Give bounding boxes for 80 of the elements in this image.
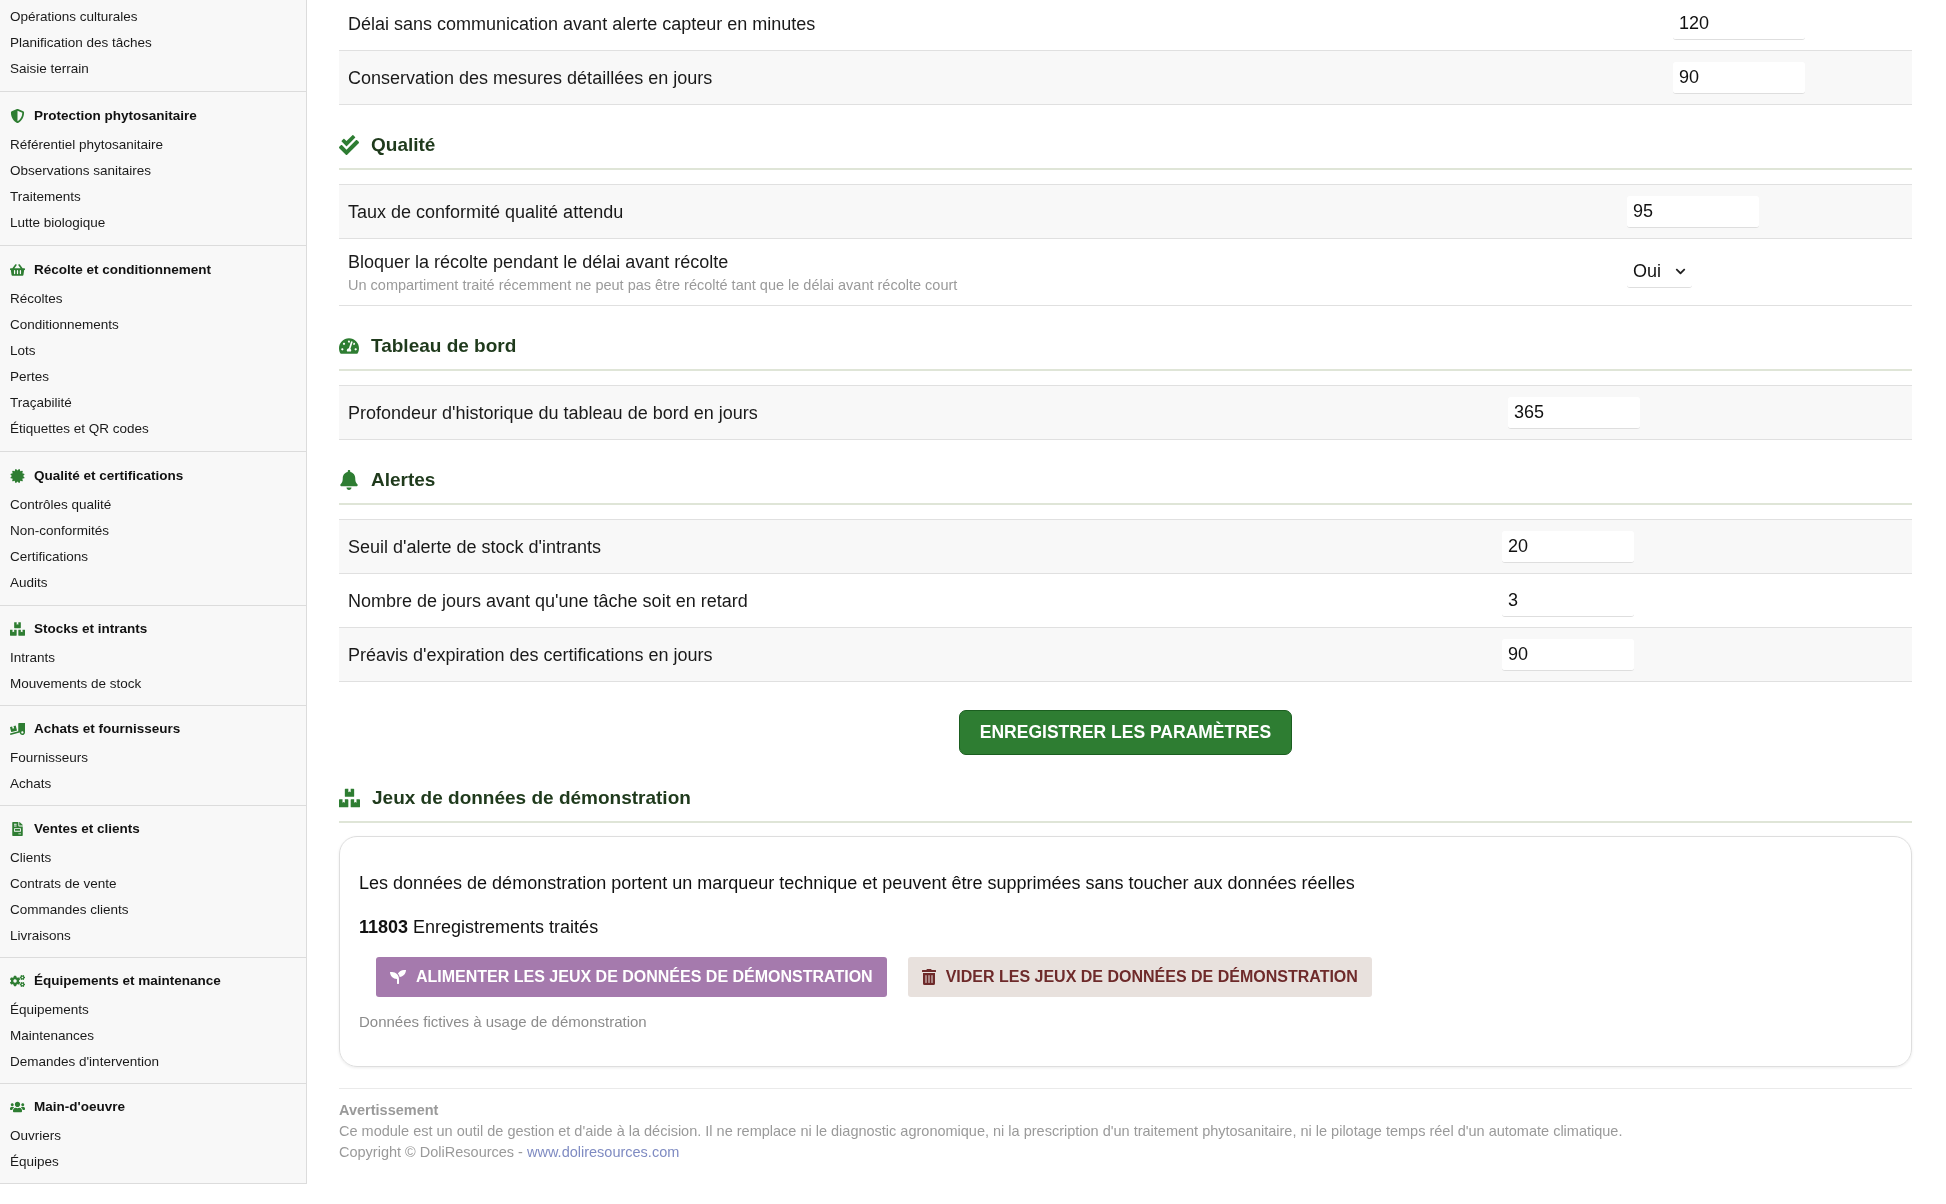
section-title: Qualité bbox=[371, 133, 436, 157]
menu-item[interactable]: Contrats de vente bbox=[10, 873, 117, 895]
document-icon bbox=[10, 822, 25, 836]
menu-section-title[interactable]: Protection phytosanitaire bbox=[34, 105, 197, 127]
demo-description: Les données de démonstration portent un marqueur technique et peuvent être supprimées sans toucher aux données réelles bbox=[359, 872, 1356, 895]
menu-item[interactable]: Certifications bbox=[10, 546, 89, 568]
demo-note: Données fictives à usage de démonstration bbox=[359, 1012, 648, 1032]
setting-label: Profondeur d'historique du tableau de bord en jours bbox=[348, 401, 759, 425]
menu-item[interactable]: Référentiel phytosanitaire bbox=[10, 134, 164, 156]
trash-icon bbox=[921, 969, 936, 985]
warning-title: Avertissement bbox=[339, 1101, 440, 1120]
setting-label: Nombre de jours avant qu'une tâche soit en retard bbox=[348, 589, 749, 613]
section-title: Tableau de bord bbox=[371, 334, 517, 358]
menu-section-title[interactable]: Main-d'oeuvre bbox=[34, 1096, 125, 1118]
setting-label: Seuil d'alerte de stock d'intrants bbox=[348, 535, 602, 559]
shield-icon bbox=[10, 109, 25, 123]
disclaimer-text: Ce module est un outil de gestion et d'aide à la décision. Il ne remplace ni le diagnostic agronomique, ni la prescription d'un traitement phytosanitaire, ni le pilotage temps réel d'un automate climatique. bbox=[339, 1122, 1624, 1141]
setting-label: Conservation des mesures détaillées en jours bbox=[348, 66, 714, 90]
menu-item[interactable]: Opérations culturales bbox=[10, 6, 138, 28]
menu-item[interactable]: Non-conformités bbox=[10, 520, 110, 542]
chevron-down-icon bbox=[1675, 266, 1686, 277]
double-check-icon bbox=[339, 135, 359, 155]
number-input[interactable]: 90 bbox=[1502, 638, 1634, 671]
menu-item[interactable]: Lutte biologique bbox=[10, 212, 106, 234]
record-count: 11803 Enregistrements traités bbox=[359, 916, 600, 939]
number-input[interactable]: 95 bbox=[1627, 195, 1759, 228]
menu-section-title[interactable]: Stocks et intrants bbox=[34, 618, 148, 640]
bell-icon bbox=[339, 470, 359, 490]
menu-item[interactable]: Achats bbox=[10, 773, 52, 795]
menu-item[interactable]: Mouvements de stock bbox=[10, 673, 142, 695]
menu-item[interactable]: Livraisons bbox=[10, 925, 71, 947]
menu-section-title[interactable]: Ventes et clients bbox=[34, 818, 140, 840]
gauge-icon bbox=[339, 336, 359, 356]
menu-section-title[interactable]: Achats et fournisseurs bbox=[34, 718, 181, 740]
menu-item[interactable]: Intrants bbox=[10, 647, 56, 669]
menu-item[interactable]: Lots bbox=[10, 340, 36, 362]
boxes-icon bbox=[10, 622, 25, 636]
menu-item[interactable]: Traçabilité bbox=[10, 392, 72, 414]
dolly-icon bbox=[10, 722, 25, 736]
copyright-text: Copyright © DoliResources - www.doliresources.com bbox=[339, 1143, 681, 1162]
clear-demo-button[interactable]: VIDER LES JEUX DE DONNÉES DE DÉMONSTRATION bbox=[907, 957, 1372, 997]
fill-demo-button[interactable]: ALIMENTER LES JEUX DE DONNÉES DE DÉMONSTRATION bbox=[376, 957, 887, 997]
boxes-icon bbox=[339, 788, 360, 808]
menu-item[interactable]: Traitements bbox=[10, 186, 81, 208]
menu-item[interactable]: Maintenances bbox=[10, 1025, 95, 1047]
badge-icon bbox=[10, 469, 25, 483]
save-button[interactable]: ENREGISTRER LES PARAMÈTRES bbox=[958, 710, 1293, 755]
section-title: Jeux de données de démonstration bbox=[372, 786, 691, 810]
menu-item[interactable]: Planification des tâches bbox=[10, 32, 152, 54]
menu-section-title[interactable]: Qualité et certifications bbox=[34, 465, 184, 487]
menu-item[interactable]: Équipes bbox=[10, 1151, 59, 1173]
users-icon bbox=[10, 1100, 25, 1114]
menu-item[interactable]: Audits bbox=[10, 572, 48, 594]
menu-item[interactable]: Observations sanitaires bbox=[10, 160, 152, 182]
number-input[interactable]: 90 bbox=[1673, 61, 1805, 94]
menu-item[interactable]: Ouvriers bbox=[10, 1125, 61, 1147]
menu-item[interactable]: Fournisseurs bbox=[10, 747, 89, 769]
menu-item[interactable]: Étiquettes et QR codes bbox=[10, 418, 149, 440]
menu-item[interactable]: Demandes d'intervention bbox=[10, 1051, 159, 1073]
menu-item[interactable]: Commandes clients bbox=[10, 899, 129, 921]
setting-label: Bloquer la récolte pendant le délai avant récolte bbox=[348, 250, 730, 274]
menu-section-title[interactable]: Équipements et maintenance bbox=[34, 970, 221, 992]
menu-item[interactable]: Conditionnements bbox=[10, 314, 119, 336]
gears-icon bbox=[10, 974, 25, 988]
seedling-icon bbox=[390, 969, 406, 985]
menu-section-title[interactable]: Récolte et conditionnement bbox=[34, 259, 212, 281]
setting-description: Un compartiment traité récemment ne peut pas être récolté tant que le délai avant récolte court bbox=[348, 275, 959, 295]
basket-icon bbox=[10, 263, 25, 277]
number-input[interactable]: 20 bbox=[1502, 530, 1634, 563]
setting-label: Préavis d'expiration des certifications en jours bbox=[348, 643, 714, 667]
menu-item[interactable]: Récoltes bbox=[10, 288, 63, 310]
number-input[interactable]: 365 bbox=[1508, 396, 1640, 429]
section-title: Alertes bbox=[371, 468, 436, 492]
menu-item[interactable]: Saisie terrain bbox=[10, 58, 89, 80]
setting-label: Délai sans communication avant alerte capteur en minutes bbox=[348, 12, 817, 36]
menu-item[interactable]: Contrôles qualité bbox=[10, 494, 112, 516]
menu-item[interactable]: Clients bbox=[10, 847, 52, 869]
menu-item[interactable]: Pertes bbox=[10, 366, 50, 388]
menu-item[interactable]: Équipements bbox=[10, 999, 89, 1021]
setting-label: Taux de conformité qualité attendu bbox=[348, 200, 625, 224]
